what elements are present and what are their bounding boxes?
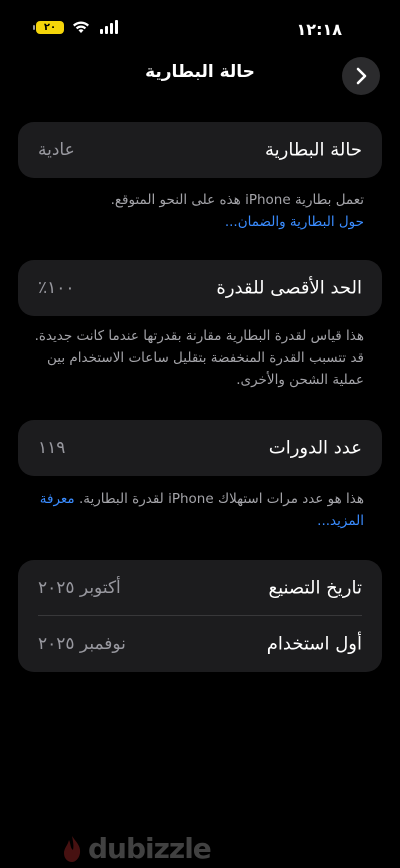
dates-card: تاريخ التصنيع أكتوبر ٢٠٢٥ أول استخدام نو…: [18, 560, 382, 672]
battery-state-note-text: تعمل بطارية iPhone هذه على النحو المتوقع…: [110, 192, 364, 208]
manufacture-date-value: أكتوبر ٢٠٢٥: [38, 578, 121, 598]
battery-state-row: حالة البطارية عادية: [18, 122, 382, 178]
first-use-value: نوفمبر ٢٠٢٥: [38, 634, 126, 654]
cycle-count-label: عدد الدورات: [268, 437, 362, 459]
first-use-label: أول استخدام: [266, 633, 362, 655]
max-capacity-note: هذا قياس لقدرة البطارية مقارنة بقدرتها ع…: [34, 328, 364, 388]
manufacture-date-label: تاريخ التصنيع: [268, 577, 362, 599]
cycle-count-value: ١١٩: [38, 438, 66, 458]
page-title: حالة البطارية: [145, 62, 255, 82]
manufacture-date-row: تاريخ التصنيع أكتوبر ٢٠٢٥: [18, 560, 382, 616]
first-use-row: أول استخدام نوفمبر ٢٠٢٥: [18, 616, 382, 672]
wifi-icon: [73, 21, 89, 33]
chevron-right-icon: [356, 67, 367, 85]
cycle-count-note-text: هذا هو عدد مرات استهلاك iPhone لقدرة الب…: [78, 491, 364, 507]
max-capacity-card: الحد الأقصى للقدرة ٪١٠٠: [18, 260, 382, 316]
status-bar: ٢٠ ١٢:١٨: [0, 14, 400, 44]
cycle-count-note: هذا هو عدد مرات استهلاك iPhone لقدرة الب…: [34, 488, 364, 532]
cycle-count-card: عدد الدورات ١١٩: [18, 420, 382, 476]
cycle-count-row: عدد الدورات ١١٩: [18, 420, 382, 476]
battery-warranty-link[interactable]: حول البطارية والضمان...: [34, 211, 364, 233]
max-capacity-value: ٪١٠٠: [38, 278, 75, 298]
battery-state-value: عادية: [38, 140, 75, 160]
max-capacity-row: الحد الأقصى للقدرة ٪١٠٠: [18, 260, 382, 316]
battery-state-label: حالة البطارية: [265, 139, 362, 161]
flame-logo-icon: [64, 835, 81, 862]
dubizzle-watermark: dubizzle: [62, 832, 212, 865]
max-capacity-label: الحد الأقصى للقدرة: [216, 277, 362, 299]
cellular-signal-icon: [100, 20, 118, 34]
back-button[interactable]: [342, 57, 380, 95]
status-time: ١٢:١٨: [296, 20, 342, 39]
battery-state-card: حالة البطارية عادية: [18, 122, 382, 178]
watermark-text: dubizzle: [88, 832, 212, 865]
battery-state-note: تعمل بطارية iPhone هذه على النحو المتوقع…: [34, 189, 364, 233]
battery-icon: ٢٠: [33, 21, 64, 34]
